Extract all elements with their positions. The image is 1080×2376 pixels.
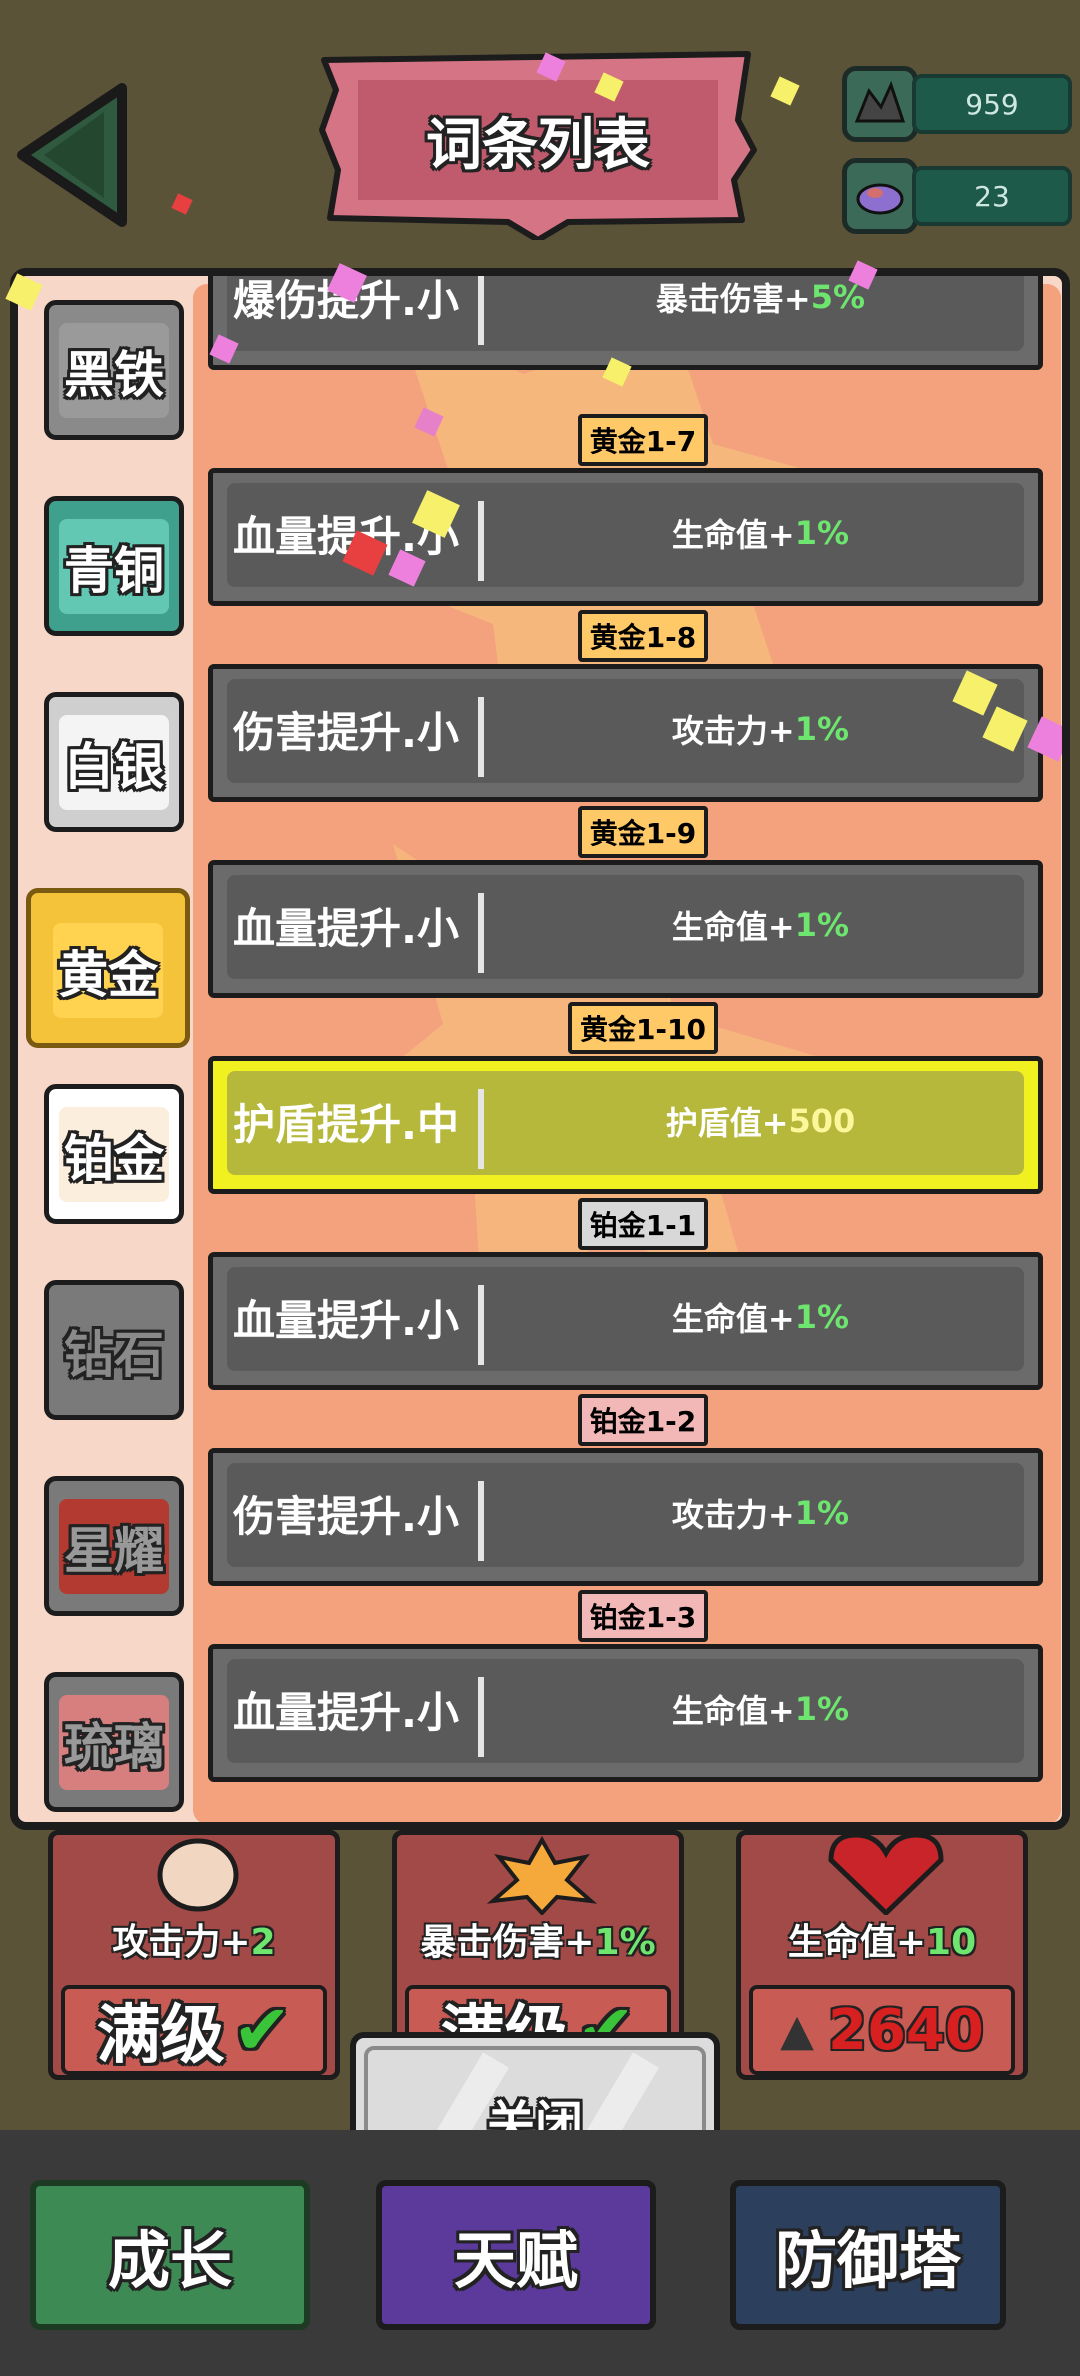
entry-effect: 护盾值+ 500 xyxy=(665,1102,856,1142)
title-banner: 词条列表 xyxy=(318,50,758,240)
upgrade-card-attack[interactable]: 攻击力+2 满级 ✔ xyxy=(48,1830,340,2080)
card-stat: 攻击力+2 xyxy=(112,1922,276,1963)
nav-tab-growth[interactable]: 成长 xyxy=(30,2180,310,2330)
entry-effect: 生命值+ 1% xyxy=(671,1298,850,1338)
entry-row[interactable]: 血量提升.小 生命值+ 1% xyxy=(208,1644,1043,1782)
resource-ore: 959 xyxy=(842,66,1080,142)
entry-effect: 生命值+ 1% xyxy=(671,1690,850,1730)
ore-icon xyxy=(842,66,918,142)
tier-tab-diamond[interactable]: 钻石 xyxy=(44,1280,184,1420)
tier-tab-glaze[interactable]: 琉璃 xyxy=(44,1672,184,1812)
explosion-icon xyxy=(487,1835,597,1915)
tier-tab-bronze[interactable]: 青铜 xyxy=(44,496,184,636)
back-arrow-icon xyxy=(17,83,127,227)
heart-icon xyxy=(828,1835,944,1915)
entry-name: 伤害提升.小 xyxy=(233,707,459,757)
nav-label: 天赋 xyxy=(453,2224,578,2297)
entry-name: 血量提升.小 xyxy=(233,1687,459,1737)
nav-tab-talent[interactable]: 天赋 xyxy=(376,2180,656,2330)
entry-effect: 暴击伤害+ 5% xyxy=(655,278,866,318)
level-tag: 黄金1-8 xyxy=(578,610,708,662)
check-icon: ✔ xyxy=(232,1989,292,2071)
level-tag: 黄金1-9 xyxy=(578,806,708,858)
gem-icon xyxy=(842,158,918,234)
upgrade-card-hp[interactable]: 生命值+10 ▲ 2640 xyxy=(736,1830,1028,2080)
level-tag: 黄金1-10 xyxy=(568,1002,718,1054)
entry-row[interactable]: 伤害提升.小 攻击力+ 1% xyxy=(208,1448,1043,1586)
tier-tab-silver[interactable]: 白银 xyxy=(44,692,184,832)
resource-gem: 23 xyxy=(842,158,1080,234)
entry-effect: 生命值+ 1% xyxy=(671,514,850,554)
confetti xyxy=(770,76,800,106)
level-tag: 铂金1-1 xyxy=(578,1198,708,1250)
entry-row[interactable]: 血量提升.小 生命值+ 1% xyxy=(208,860,1043,998)
entry-name: 血量提升.小 xyxy=(233,903,459,953)
upgrade-cost-button[interactable]: ▲ 2640 xyxy=(749,1985,1015,2075)
max-level-badge: 满级✔ xyxy=(61,1985,327,2075)
level-tag: 黄金1-7 xyxy=(578,414,708,466)
entry-name: 护盾提升.中 xyxy=(233,1099,459,1149)
gem-count: 23 xyxy=(912,166,1072,226)
entry-effect: 生命值+ 1% xyxy=(671,906,850,946)
tier-tab-black-iron[interactable]: 黑铁 xyxy=(44,300,184,440)
card-stat: 暴击伤害+1% xyxy=(420,1922,656,1963)
entry-row[interactable]: 血量提升.小 生命值+ 1% xyxy=(208,1252,1043,1390)
nav-label: 成长 xyxy=(107,2224,232,2297)
entry-effect: 攻击力+ 1% xyxy=(671,1494,850,1534)
fist-icon xyxy=(157,1838,239,1912)
entry-name: 伤害提升.小 xyxy=(233,1491,459,1541)
confetti xyxy=(171,193,193,215)
level-tag: 铂金1-2 xyxy=(578,1394,708,1446)
ore-icon: ▲ xyxy=(780,2004,814,2056)
back-button[interactable] xyxy=(12,80,132,230)
tier-sidebar: 黑铁 青铜 白银 黄金 铂金 钻石 星耀 琉璃 xyxy=(26,284,191,1822)
ore-count: 959 xyxy=(912,74,1072,134)
entry-name: 血量提升.小 xyxy=(233,1295,459,1345)
entry-effect: 攻击力+ 1% xyxy=(671,710,850,750)
entry-row[interactable]: 伤害提升.小 攻击力+ 1% xyxy=(208,664,1043,802)
entry-row[interactable]: 血量提升.小 生命值+ 1% xyxy=(208,468,1043,606)
page-title: 词条列表 xyxy=(426,112,650,178)
level-tag: 铂金1-3 xyxy=(578,1590,708,1642)
tier-tab-platinum[interactable]: 铂金 xyxy=(44,1084,184,1224)
entry-list-panel: 黑铁 青铜 白银 黄金 铂金 钻石 星耀 琉璃 爆伤提升.小 暴击伤害+ 5% 黄… xyxy=(10,268,1070,1830)
card-stat: 生命值+10 xyxy=(787,1922,977,1963)
entry-row-selected[interactable]: 护盾提升.中 护盾值+ 500 xyxy=(208,1056,1043,1194)
tier-tab-star[interactable]: 星耀 xyxy=(44,1476,184,1616)
tier-tab-gold[interactable]: 黄金 xyxy=(26,888,190,1048)
nav-label: 防御塔 xyxy=(774,2224,961,2297)
nav-tab-tower[interactable]: 防御塔 xyxy=(730,2180,1006,2330)
